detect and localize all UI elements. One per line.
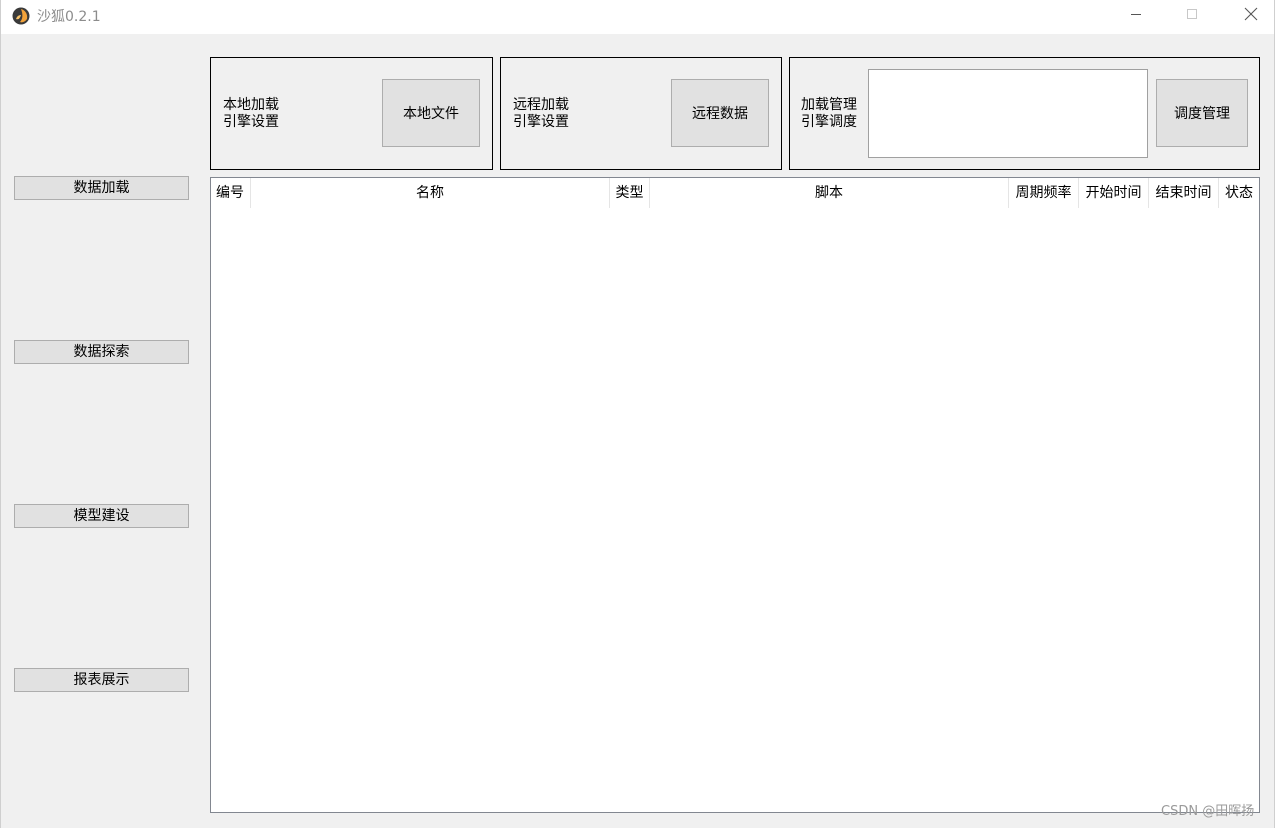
local-load-panel: 本地加载 引擎设置 本地文件 <box>210 57 493 170</box>
schedule-textarea[interactable] <box>868 69 1148 158</box>
sidebar-item-report[interactable]: 报表展示 <box>14 668 189 692</box>
column-header-type[interactable]: 类型 <box>610 178 650 208</box>
minimize-button[interactable] <box>1113 0 1159 32</box>
schedule-panel-label-line2: 引擎调度 <box>801 114 857 130</box>
column-header-frequency[interactable]: 周期频率 <box>1009 178 1079 208</box>
table-header: 编号 名称 类型 脚本 周期频率 开始时间 结束时间 状态 <box>211 178 1259 208</box>
fox-app-icon <box>12 7 30 25</box>
app-window: 沙狐0.2.1 数据加载 数据探索 模型建设 报表展示 本地加载 引擎设置 本地… <box>0 0 1275 828</box>
column-header-name[interactable]: 名称 <box>251 178 610 208</box>
close-button[interactable] <box>1228 0 1274 32</box>
column-header-script[interactable]: 脚本 <box>650 178 1009 208</box>
column-header-id[interactable]: 编号 <box>211 178 251 208</box>
local-file-button[interactable]: 本地文件 <box>382 79 480 147</box>
column-header-end-time[interactable]: 结束时间 <box>1149 178 1219 208</box>
window-title: 沙狐0.2.1 <box>37 9 101 25</box>
local-panel-label-line1: 本地加载 <box>223 97 279 113</box>
title-bar[interactable]: 沙狐0.2.1 <box>1 0 1274 34</box>
schedule-panel-label-line1: 加载管理 <box>801 97 857 113</box>
column-header-start-time[interactable]: 开始时间 <box>1079 178 1149 208</box>
sidebar-item-data-load[interactable]: 数据加载 <box>14 176 189 200</box>
maximize-icon <box>1186 8 1198 24</box>
sidebar-item-data-explore[interactable]: 数据探索 <box>14 340 189 364</box>
minimize-icon <box>1130 8 1142 24</box>
close-icon <box>1244 7 1258 25</box>
maximize-button[interactable] <box>1169 0 1215 32</box>
remote-panel-label-line1: 远程加载 <box>513 97 569 113</box>
task-table[interactable]: 编号 名称 类型 脚本 周期频率 开始时间 结束时间 状态 <box>210 177 1260 813</box>
remote-load-panel: 远程加载 引擎设置 远程数据 <box>500 57 782 170</box>
remote-panel-label-line2: 引擎设置 <box>513 114 569 130</box>
schedule-panel: 加载管理 引擎调度 调度管理 <box>789 57 1260 170</box>
column-header-status[interactable]: 状态 <box>1219 178 1259 208</box>
sidebar-item-model-build[interactable]: 模型建设 <box>14 504 189 528</box>
watermark: CSDN @田晖扬 <box>1161 804 1255 819</box>
schedule-manage-button[interactable]: 调度管理 <box>1156 79 1248 147</box>
remote-data-button[interactable]: 远程数据 <box>671 79 769 147</box>
local-panel-label-line2: 引擎设置 <box>223 114 279 130</box>
